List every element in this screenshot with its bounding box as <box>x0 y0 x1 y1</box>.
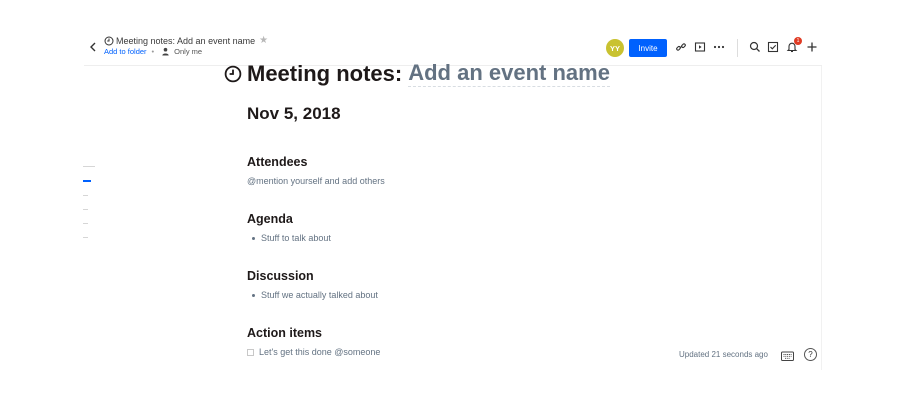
help-icon[interactable]: ? <box>804 348 817 361</box>
bullet-icon <box>252 236 255 240</box>
bullet-icon <box>252 293 255 297</box>
toolbar-divider <box>737 39 738 57</box>
separator: • <box>151 47 155 56</box>
clock-icon <box>104 36 114 45</box>
link-icon[interactable] <box>674 40 688 54</box>
todo-text[interactable]: Let's get this done @someone <box>259 347 380 357</box>
section-heading[interactable]: Discussion <box>247 269 378 283</box>
bell-icon[interactable]: 1 <box>785 37 802 54</box>
section-heading[interactable]: Attendees <box>247 155 385 169</box>
outline-item[interactable] <box>83 194 88 196</box>
outline-item-active[interactable] <box>83 180 91 182</box>
doc-title[interactable]: Meeting notes: Add an event name <box>116 36 255 46</box>
keyboard-icon[interactable] <box>781 349 794 361</box>
avatar[interactable]: YY <box>606 39 624 57</box>
list-item[interactable]: Stuff to talk about <box>247 233 331 243</box>
event-name-field[interactable]: Add an event name <box>408 60 610 87</box>
title-prefix: Meeting notes: <box>247 60 403 86</box>
outline-nav[interactable] <box>83 166 95 238</box>
search-icon[interactable] <box>748 40 762 54</box>
page-title[interactable]: Meeting notes: Add an event name <box>224 60 610 87</box>
outline-item[interactable] <box>83 236 88 238</box>
tasks-icon[interactable] <box>766 40 780 54</box>
outline-item[interactable] <box>83 208 88 210</box>
plus-icon[interactable] <box>805 40 819 54</box>
person-icon <box>162 47 169 56</box>
section-heading[interactable]: Agenda <box>247 212 331 226</box>
list-item[interactable]: Stuff we actually talked about <box>247 290 378 300</box>
clock-icon <box>224 65 242 82</box>
sharing-status[interactable]: Only me <box>174 47 202 56</box>
doc-meta: Add to folder • Only me <box>104 47 202 56</box>
agenda-section: Agenda Stuff to talk about <box>247 212 331 243</box>
outline-item[interactable] <box>83 166 95 167</box>
todo-checkbox[interactable] <box>247 348 254 356</box>
more-icon[interactable] <box>712 40 726 54</box>
attendees-section: Attendees @mention yourself and add othe… <box>247 155 385 186</box>
list-item-text[interactable]: Stuff to talk about <box>261 233 331 243</box>
action-items-section: Action items Let's get this done @someon… <box>247 326 380 357</box>
breadcrumb: Meeting notes: Add an event name ★ <box>104 35 268 46</box>
present-icon[interactable] <box>693 40 707 54</box>
invite-button[interactable]: Invite <box>629 39 667 57</box>
discussion-section: Discussion Stuff we actually talked abou… <box>247 269 378 300</box>
star-icon[interactable]: ★ <box>259 35 268 46</box>
notification-badge: 1 <box>794 37 802 45</box>
attendees-placeholder[interactable]: @mention yourself and add others <box>247 176 385 186</box>
outline-item[interactable] <box>83 222 88 224</box>
page-edge <box>821 66 822 370</box>
meeting-date[interactable]: Nov 5, 2018 <box>247 104 341 124</box>
back-chevron-icon[interactable] <box>86 40 100 54</box>
todo-item[interactable]: Let's get this done @someone <box>247 347 380 357</box>
save-status: Updated 21 seconds ago <box>679 350 768 359</box>
section-heading[interactable]: Action items <box>247 326 380 340</box>
list-item-text[interactable]: Stuff we actually talked about <box>261 290 378 300</box>
add-to-folder-link[interactable]: Add to folder <box>104 47 147 56</box>
